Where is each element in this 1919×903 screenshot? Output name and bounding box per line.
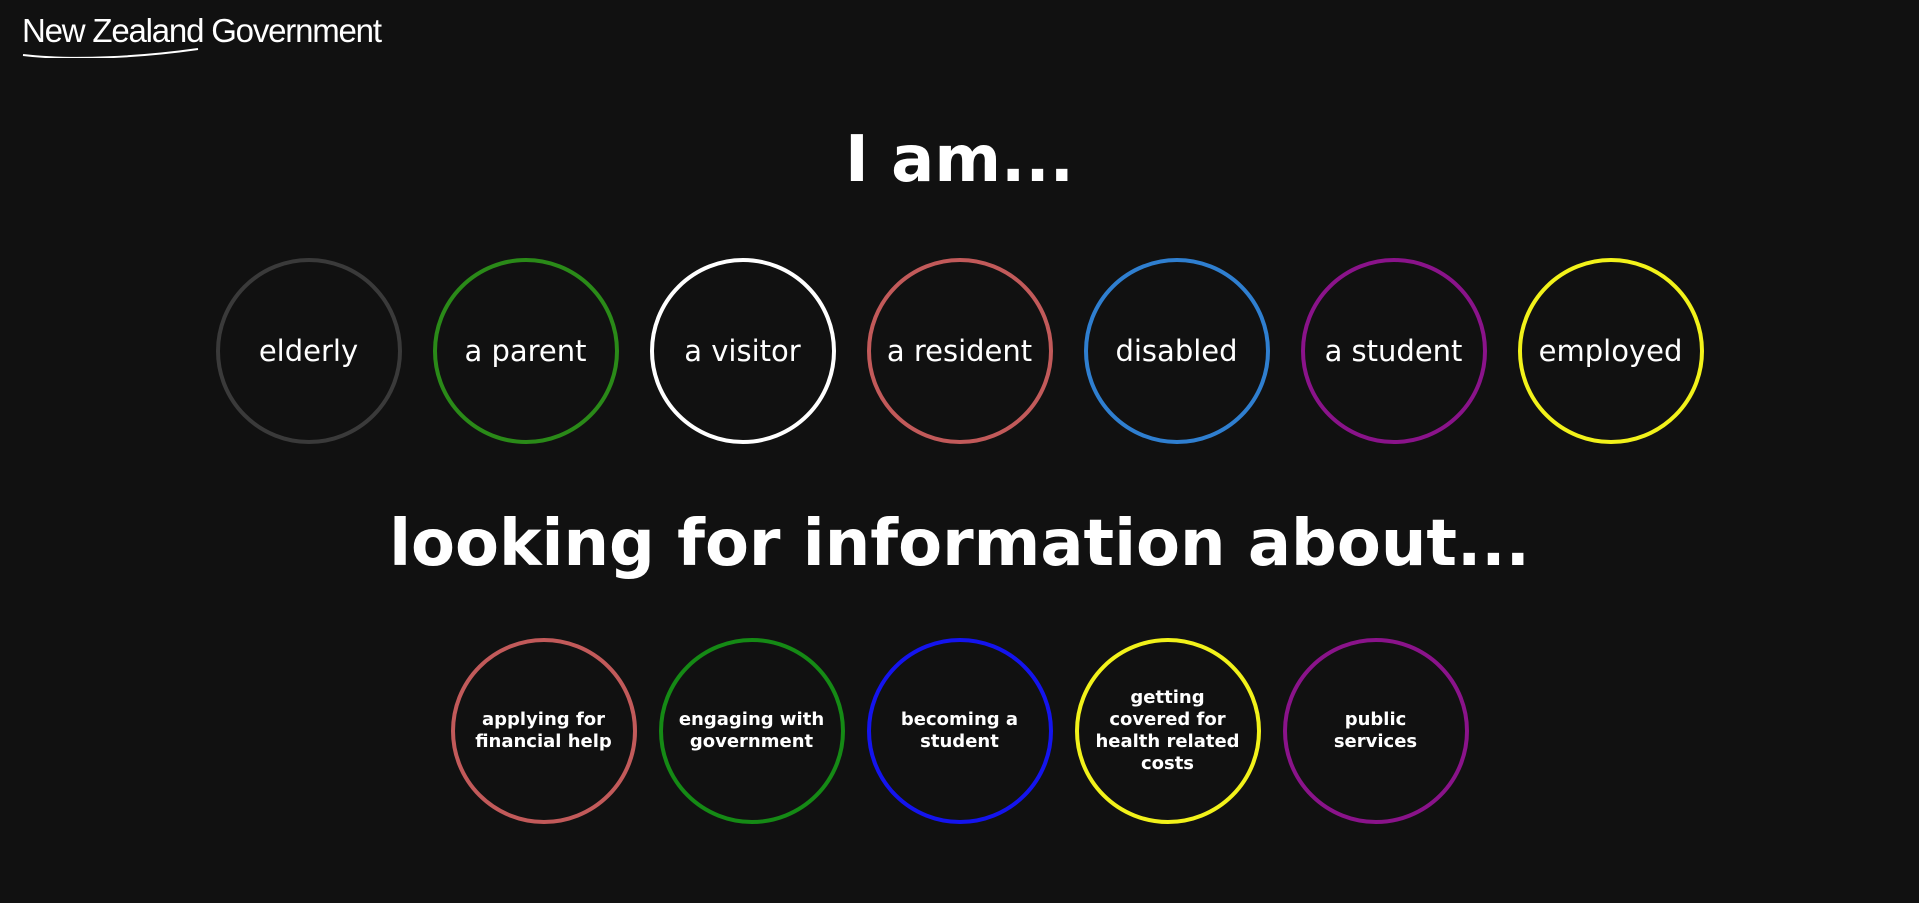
page: New Zealand Government I am... elderly a…	[0, 0, 1919, 903]
topic-label: engaging with government	[678, 709, 825, 752]
persona-list: elderly a parent a visitor a resident di…	[0, 258, 1919, 444]
persona-label: a parent	[464, 334, 587, 368]
persona-student-button[interactable]: a student	[1300, 258, 1487, 444]
topic-becoming-student-button[interactable]: becoming a student	[866, 638, 1053, 824]
topic-label: getting covered for health related costs	[1095, 687, 1240, 774]
persona-label: a student	[1324, 334, 1463, 368]
topic-list: applying for financial help engaging wit…	[0, 638, 1919, 824]
topic-label: public services	[1333, 709, 1418, 752]
persona-label: disabled	[1115, 334, 1238, 368]
persona-elderly-button[interactable]: elderly	[215, 258, 402, 444]
persona-disabled-button[interactable]: disabled	[1083, 258, 1270, 444]
persona-resident-button[interactable]: a resident	[866, 258, 1053, 444]
persona-label: elderly	[258, 334, 359, 368]
topic-public-services-button[interactable]: public services	[1282, 638, 1469, 824]
persona-label: a visitor	[684, 334, 801, 368]
persona-label: a resident	[886, 334, 1033, 368]
nz-government-logo[interactable]: New Zealand Government	[22, 12, 382, 58]
persona-label: employed	[1538, 334, 1683, 368]
topic-label: becoming a student	[900, 709, 1019, 752]
persona-employed-button[interactable]: employed	[1517, 258, 1704, 444]
logo-swoosh-icon	[22, 48, 199, 58]
topic-label: applying for financial help	[475, 709, 612, 752]
topic-health-costs-button[interactable]: getting covered for health related costs	[1074, 638, 1261, 824]
topic-heading: looking for information about...	[389, 507, 1530, 581]
persona-parent-button[interactable]: a parent	[432, 258, 619, 444]
topic-engaging-government-button[interactable]: engaging with government	[658, 638, 845, 824]
logo-text: New Zealand Government	[22, 12, 382, 49]
persona-heading: I am...	[845, 123, 1074, 197]
persona-visitor-button[interactable]: a visitor	[649, 258, 836, 444]
topic-financial-help-button[interactable]: applying for financial help	[450, 638, 637, 824]
